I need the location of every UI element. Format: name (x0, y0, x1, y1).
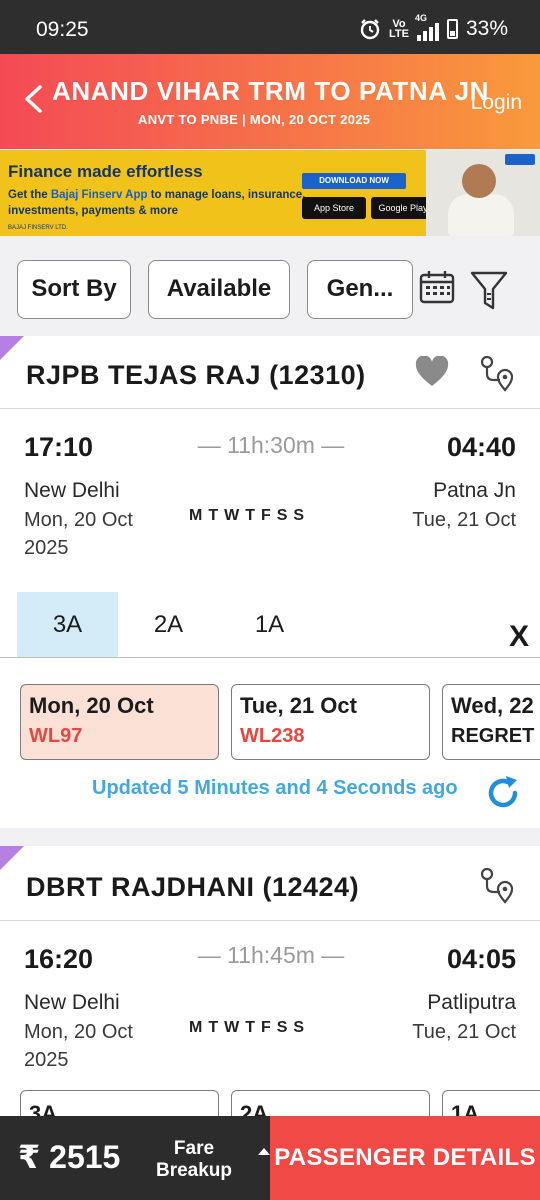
banner-person-body (448, 194, 514, 236)
app-store-badge[interactable]: App Store (302, 197, 366, 219)
back-arrow-icon[interactable] (22, 84, 46, 114)
departure-time: 17:10 (24, 432, 94, 462)
running-days: MTWTFSS (189, 507, 311, 524)
status-time: 09:25 (36, 18, 89, 41)
sort-by-button[interactable]: Sort By (17, 260, 131, 319)
login-link[interactable]: Login (471, 91, 522, 115)
filter-funnel-icon[interactable] (470, 270, 508, 312)
to-date: Tue, 21 Oct (412, 1021, 516, 1043)
train-card[interactable]: RJPB TEJAS RAJ (12310) 17:10 — 11h:30m —… (0, 336, 540, 828)
fare-price: ₹ 2515 (18, 1139, 121, 1175)
to-station: Patna Jn (433, 479, 516, 502)
banner-download-button[interactable]: DOWNLOAD NOW (302, 173, 406, 189)
route-subtitle: ANVT TO PNBE | MON, 20 OCT 2025 (138, 112, 371, 127)
bajaj-logo-icon (505, 154, 535, 165)
calendar-icon[interactable] (419, 270, 455, 304)
availability-date-card[interactable]: Wed, 22 Oct REGRET (442, 684, 540, 760)
class-tab-1a[interactable]: 1A (219, 592, 320, 657)
class-tab-2a[interactable]: 2A (118, 592, 219, 657)
caret-up-icon[interactable] (258, 1148, 270, 1155)
booking-bottom-bar: ₹ 2515 Fare Breakup PASSENGER DETAILS (0, 1116, 540, 1200)
alarm-icon (360, 19, 380, 40)
status-bar: 09:25 Vo LTE 4G 33% (0, 0, 540, 58)
ad-banner[interactable]: Finance made effortless Get the Bajaj Fi… (0, 150, 540, 236)
route-header: ANAND VIHAR TRM TO PATNA JN ANVT TO PNBE… (0, 54, 540, 149)
close-availability-button[interactable]: X (509, 620, 529, 654)
availability-status: REGRET (451, 725, 535, 747)
arrival-time: 04:40 (446, 432, 516, 462)
availability-status: WL238 (240, 725, 305, 747)
banner-text: Get the Bajaj Finserv App to manage loan… (8, 189, 306, 217)
route-title: ANAND VIHAR TRM TO PATNA JN (52, 76, 490, 106)
availability-date-card[interactable]: Tue, 21 Oct WL238 (231, 684, 430, 760)
journey-duration: — 11h:30m — (197, 432, 345, 458)
class-tab-3a[interactable]: 3A (17, 592, 118, 657)
availability-date-card[interactable]: Mon, 20 Oct WL97 (20, 684, 219, 760)
battery-icon (446, 19, 458, 39)
departure-time: 16:20 (24, 944, 94, 974)
signal-icon: 4G (415, 13, 439, 41)
from-date: Mon, 20 Oct (24, 1021, 133, 1043)
banner-disclaimer: BAJAJ FINSERV LTD. (8, 225, 68, 231)
availability-status: WL97 (29, 725, 83, 747)
fare-breakup-button[interactable]: Fare Breakup (144, 1138, 244, 1182)
from-date: Mon, 20 Oct (24, 509, 133, 531)
to-date: Tue, 21 Oct (412, 509, 516, 531)
card-corner-marker (0, 336, 24, 360)
train-name: DBRT RAJDHANI (12424) (26, 872, 360, 902)
route-map-icon[interactable] (478, 866, 516, 904)
running-days: MTWTFSS (189, 1019, 311, 1036)
last-updated-text: Updated 5 Minutes and 4 Seconds ago (92, 777, 458, 799)
train-name: RJPB TEJAS RAJ (12310) (26, 360, 366, 390)
refresh-icon[interactable] (484, 774, 522, 812)
general-quota-button[interactable]: Gen... (307, 260, 413, 319)
favorite-heart-icon[interactable] (415, 356, 449, 388)
filter-bar: Sort By Available Gen... (0, 238, 540, 336)
from-year: 2025 (24, 537, 69, 559)
banner-person (462, 164, 496, 198)
route-map-icon[interactable] (478, 354, 516, 392)
banner-title: Finance made effortless (8, 162, 203, 181)
available-filter-button[interactable]: Available (148, 260, 290, 319)
to-station: Patliputra (427, 991, 516, 1014)
from-station: New Delhi (24, 991, 120, 1014)
volte-indicator: Vo LTE (389, 18, 409, 40)
train-card[interactable]: DBRT RAJDHANI (12424) 16:20 — 11h:45m — … (0, 846, 540, 1166)
card-corner-marker (0, 846, 24, 870)
battery-percent: 33% (465, 17, 508, 40)
from-station: New Delhi (24, 479, 120, 502)
journey-duration: — 11h:45m — (197, 942, 345, 968)
from-year: 2025 (24, 1049, 69, 1071)
passenger-details-button[interactable]: PASSENGER DETAILS (270, 1116, 540, 1200)
arrival-time: 04:05 (446, 944, 516, 974)
status-icons: Vo LTE 4G 33% (359, 13, 508, 41)
